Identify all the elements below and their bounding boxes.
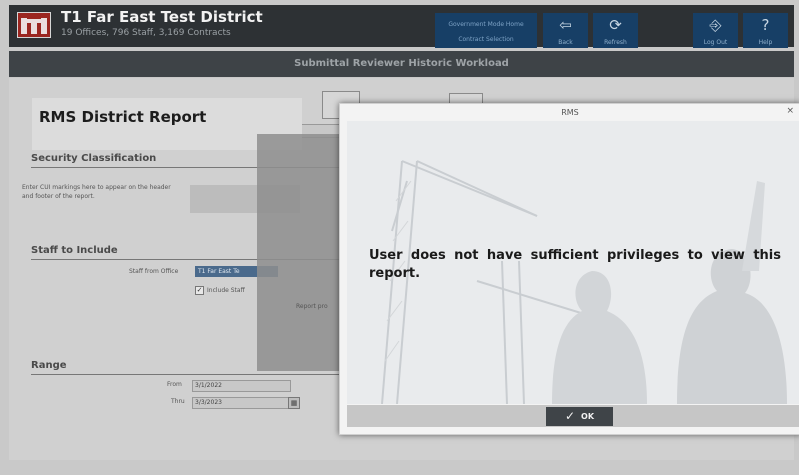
checkmark-icon: ✓ bbox=[564, 409, 576, 423]
refresh-button[interactable]: ⟳ Refresh bbox=[593, 13, 638, 48]
back-arrow-icon: ⇦ bbox=[559, 16, 572, 34]
close-icon[interactable]: × bbox=[786, 106, 794, 116]
app-window: T1 Far East Test District 19 Offices, 79… bbox=[0, 0, 799, 475]
ok-button[interactable]: ✓ OK bbox=[546, 407, 613, 426]
include-staff-label: Include Staff bbox=[207, 287, 245, 294]
from-date-input[interactable]: 3/1/2022 bbox=[192, 380, 291, 392]
report-progress-text: Report pro bbox=[296, 303, 328, 310]
thru-label: Thru bbox=[171, 398, 185, 405]
government-mode-home-label: Government Mode Home bbox=[448, 21, 524, 28]
dialog-message: User does not have sufficient privileges… bbox=[369, 248, 781, 281]
help-button[interactable]: ? Help bbox=[743, 13, 788, 48]
rms-dialog: RMS × User does not have sufficient priv… bbox=[339, 103, 799, 435]
app-header: T1 Far East Test District 19 Offices, 79… bbox=[9, 5, 794, 48]
logout-button[interactable]: ⎆ Log Out bbox=[693, 13, 738, 48]
logout-icon: ⎆ bbox=[709, 16, 722, 34]
calendar-icon[interactable]: ▦ bbox=[288, 397, 300, 409]
range-heading: Range bbox=[31, 360, 67, 371]
report-title: RMS District Report bbox=[39, 108, 207, 126]
usace-castle-logo bbox=[17, 12, 51, 38]
staff-from-office-label: Staff from Office bbox=[129, 268, 179, 275]
dialog-body: User does not have sufficient privileges… bbox=[347, 121, 799, 404]
security-classification-heading: Security Classification bbox=[31, 153, 157, 164]
thru-date-input[interactable]: 3/3/2023 bbox=[192, 397, 291, 409]
refresh-icon: ⟳ bbox=[609, 16, 622, 34]
help-icon: ? bbox=[761, 16, 770, 34]
contract-selection-label: Contract Selection bbox=[458, 36, 514, 43]
section-divider bbox=[31, 374, 381, 375]
ok-label: OK bbox=[581, 412, 595, 421]
include-staff-checkbox[interactable]: ✓ bbox=[195, 286, 204, 295]
district-stats: 19 Offices, 796 Staff, 3,169 Contracts bbox=[61, 28, 231, 38]
dialog-footer: ✓ OK bbox=[347, 405, 799, 427]
back-button[interactable]: ⇦ Back bbox=[543, 13, 588, 48]
dialog-title: RMS bbox=[561, 108, 579, 117]
staff-to-include-heading: Staff to Include bbox=[31, 245, 118, 256]
from-label: From bbox=[167, 381, 182, 388]
page-title-bar: Submittal Reviewer Historic Workload bbox=[9, 51, 794, 77]
cui-help-text: Enter CUI markings here to appear on the… bbox=[22, 184, 171, 200]
government-mode-button[interactable]: Government Mode Home Contract Selection bbox=[435, 13, 537, 48]
page-title: Submittal Reviewer Historic Workload bbox=[294, 58, 509, 69]
district-title: T1 Far East Test District bbox=[61, 8, 263, 26]
